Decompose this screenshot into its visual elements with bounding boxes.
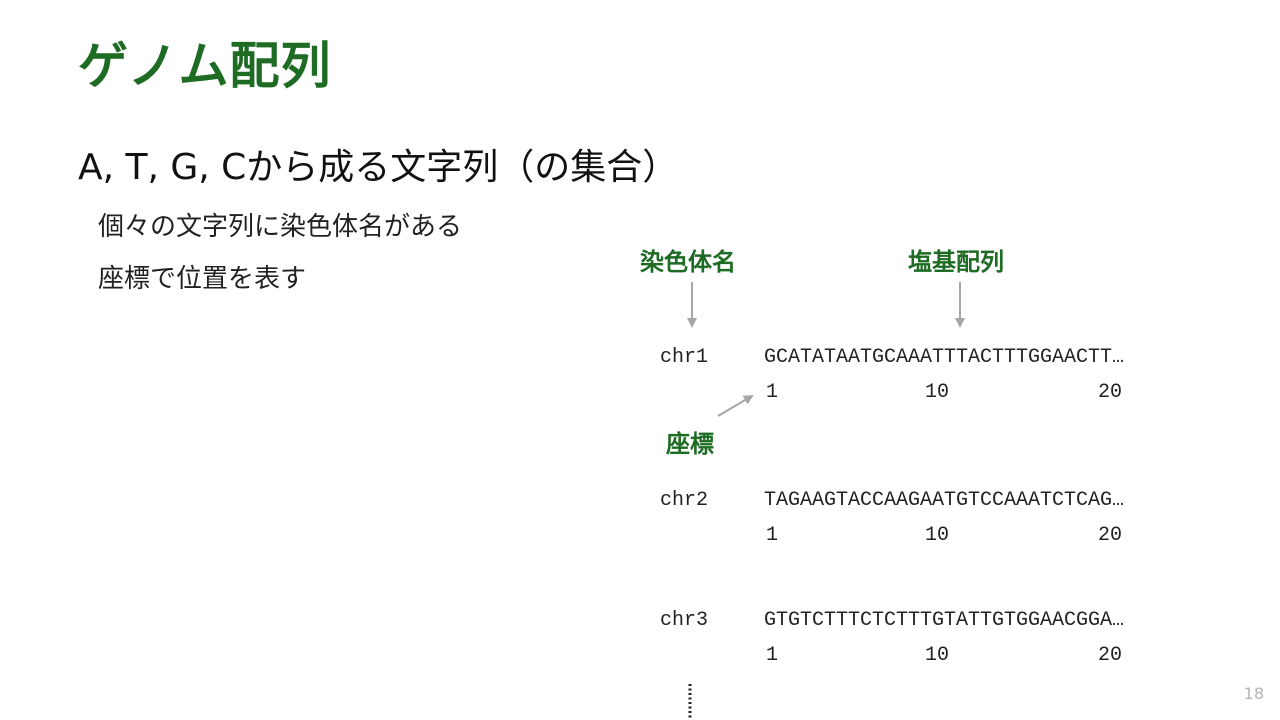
annotation-arrows [687,282,965,718]
page-number: 18 [1243,684,1264,703]
arrow-coordinate [717,394,754,417]
